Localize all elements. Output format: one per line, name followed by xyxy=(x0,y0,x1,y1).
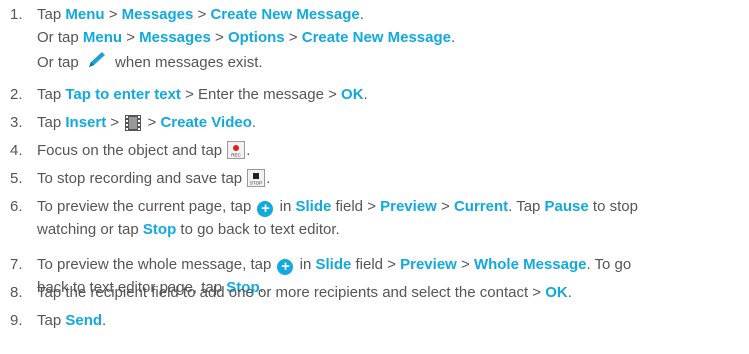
step-text-line: watching or tap Stop to go back to text … xyxy=(37,218,741,241)
step-text: . xyxy=(451,29,456,46)
step-item: 1. Tap Menu > Messages > Create New Messa… xyxy=(0,3,749,72)
step-text: . xyxy=(266,170,271,187)
step-text: when messages exist. xyxy=(110,54,263,71)
step-text: field > xyxy=(331,198,381,215)
ui-keyword: Messages xyxy=(139,29,211,46)
ui-keyword: Tap to enter text xyxy=(65,86,181,103)
step-text: Tap xyxy=(37,86,66,103)
step-number: 7. xyxy=(10,256,23,273)
ui-keyword: Create Video xyxy=(160,114,252,131)
step-text: Tap xyxy=(37,312,66,329)
ui-keyword: Stop xyxy=(142,221,177,238)
step-text: Focus on the object and tap xyxy=(37,142,227,159)
rec-icon: REC xyxy=(227,141,246,159)
step-text-line: To stop recording and save tap STOP. xyxy=(37,167,741,190)
step-text: Tap xyxy=(37,114,66,131)
step-text: . Tap xyxy=(508,198,545,215)
ui-keyword: Current xyxy=(453,198,509,215)
step-text: field > xyxy=(351,256,401,273)
step-text: . xyxy=(102,312,107,329)
step-text: To preview the whole message, tap xyxy=(37,256,276,273)
ui-keyword: Menu xyxy=(65,6,105,23)
step-item: 9. Tap Send. xyxy=(0,309,749,332)
step-item: 4. Focus on the object and tap REC. xyxy=(0,139,749,162)
step-text: > xyxy=(104,6,122,23)
step-text-line: Tap Send. xyxy=(37,309,741,332)
step-number: 5. xyxy=(10,170,23,187)
ui-keyword: Create New Message xyxy=(210,6,360,23)
step-text-line: To preview the whole message, tap + in S… xyxy=(37,253,741,276)
ui-keyword: Preview xyxy=(400,256,457,273)
ui-keyword: Whole Message xyxy=(473,256,587,273)
step-number: 1. xyxy=(10,6,23,23)
step-text: Or tap xyxy=(37,54,83,71)
step-text: > xyxy=(122,29,140,46)
step-text: > xyxy=(143,114,161,131)
step-number: 8. xyxy=(10,284,23,301)
step-text: in xyxy=(295,256,316,273)
step-text-line: Tap Insert > > Create Video. xyxy=(37,111,741,138)
ui-keyword: OK xyxy=(545,284,568,301)
step-text: Tap the recipient field to add one or mo… xyxy=(37,284,546,301)
step-text-line: Tap the recipient field to add one or mo… xyxy=(37,281,741,304)
step-text: . To go xyxy=(586,256,632,273)
step-text-line: Or tap when messages exist. xyxy=(37,49,741,78)
step-item: 5. To stop recording and save tap STOP. xyxy=(0,167,749,190)
step-text-line: Or tap Menu > Messages > Options > Creat… xyxy=(37,26,741,49)
svg-text:STOP: STOP xyxy=(250,181,262,186)
ui-keyword: Send xyxy=(65,312,103,329)
step-text: To stop recording and save tap xyxy=(37,170,247,187)
step-text: To preview the current page, tap xyxy=(37,198,256,215)
plus-icon: + xyxy=(257,201,274,217)
pencil-icon xyxy=(85,49,109,78)
step-text: > xyxy=(193,6,211,23)
step-text: > Enter the message > xyxy=(180,86,342,103)
ui-keyword: Pause xyxy=(544,198,589,215)
step-item: 2. Tap Tap to enter text > Enter the mess… xyxy=(0,83,749,106)
step-text: . xyxy=(251,114,257,131)
ui-keyword: Create New Message xyxy=(301,29,451,46)
svg-text:REC: REC xyxy=(232,153,242,158)
step-text-line: To preview the current page, tap + in Sl… xyxy=(37,195,741,218)
step-text: > xyxy=(210,29,228,46)
step-text-line: Focus on the object and tap REC. xyxy=(37,139,741,162)
step-text: Or tap xyxy=(37,29,83,46)
step-text: . xyxy=(567,284,572,301)
step-text: to go back to text editor. xyxy=(176,221,340,238)
step-text: watching or tap xyxy=(37,221,143,238)
plus-icon: + xyxy=(277,259,294,275)
ui-keyword: Slide xyxy=(295,198,332,215)
ui-keyword: Messages xyxy=(121,6,194,23)
step-text: Tap xyxy=(37,6,66,23)
step-text: > xyxy=(106,114,124,131)
step-number: 2. xyxy=(10,86,23,103)
step-text: > xyxy=(436,198,454,215)
step-text: . xyxy=(246,142,251,159)
step-item: 6. To preview the current page, tap + in … xyxy=(0,195,749,241)
step-number: 6. xyxy=(10,198,23,215)
step-text: . xyxy=(359,6,364,23)
stop-icon: STOP xyxy=(247,169,266,187)
step-number: 9. xyxy=(10,312,23,329)
step-text: in xyxy=(275,198,296,215)
ui-keyword: Insert xyxy=(65,114,107,131)
step-text: to stop xyxy=(588,198,638,215)
step-text: > xyxy=(456,256,474,273)
ui-keyword: Preview xyxy=(380,198,437,215)
step-text: . xyxy=(363,86,368,103)
step-text-line: Tap Tap to enter text > Enter the messag… xyxy=(37,83,741,106)
ui-keyword: Options xyxy=(227,29,285,46)
step-item: 3. Tap Insert > > Create Video. xyxy=(0,111,749,134)
ui-keyword: OK xyxy=(341,86,364,103)
step-item: 8. Tap the recipient field to add one or … xyxy=(0,281,749,304)
step-text: > xyxy=(284,29,302,46)
ui-keyword: Slide xyxy=(315,256,352,273)
ui-keyword: Menu xyxy=(82,29,123,46)
step-number: 3. xyxy=(10,114,23,131)
step-text-line: Tap Menu > Messages > Create New Message… xyxy=(37,3,741,26)
step-number: 4. xyxy=(10,142,23,159)
film-icon xyxy=(125,115,142,138)
